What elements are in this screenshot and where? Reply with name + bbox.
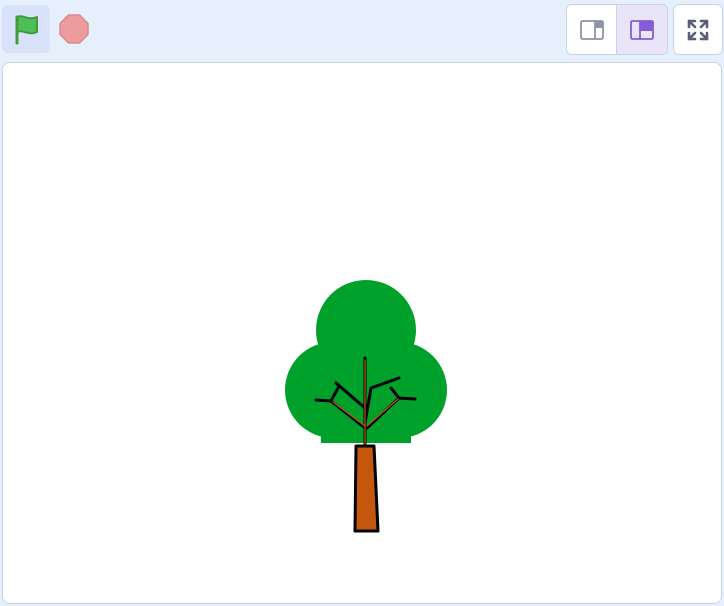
tree-icon[interactable] (281, 278, 451, 534)
stage-size-toggle (566, 4, 668, 55)
fullscreen-icon (687, 19, 709, 40)
stop-button[interactable] (52, 5, 96, 53)
tree-trunk (353, 444, 380, 533)
stage-toolbar (0, 0, 724, 60)
stage-canvas[interactable] (2, 62, 722, 604)
normal-stage-icon (630, 19, 654, 40)
small-stage-button[interactable] (567, 5, 617, 54)
green-flag-button[interactable] (2, 5, 50, 53)
stop-sign-icon (59, 14, 89, 44)
green-flag-icon (15, 15, 38, 45)
normal-stage-button[interactable] (617, 5, 667, 54)
small-stage-icon (579, 19, 604, 40)
fullscreen-button[interactable] (673, 4, 723, 55)
scratch-stage-app (0, 0, 724, 606)
